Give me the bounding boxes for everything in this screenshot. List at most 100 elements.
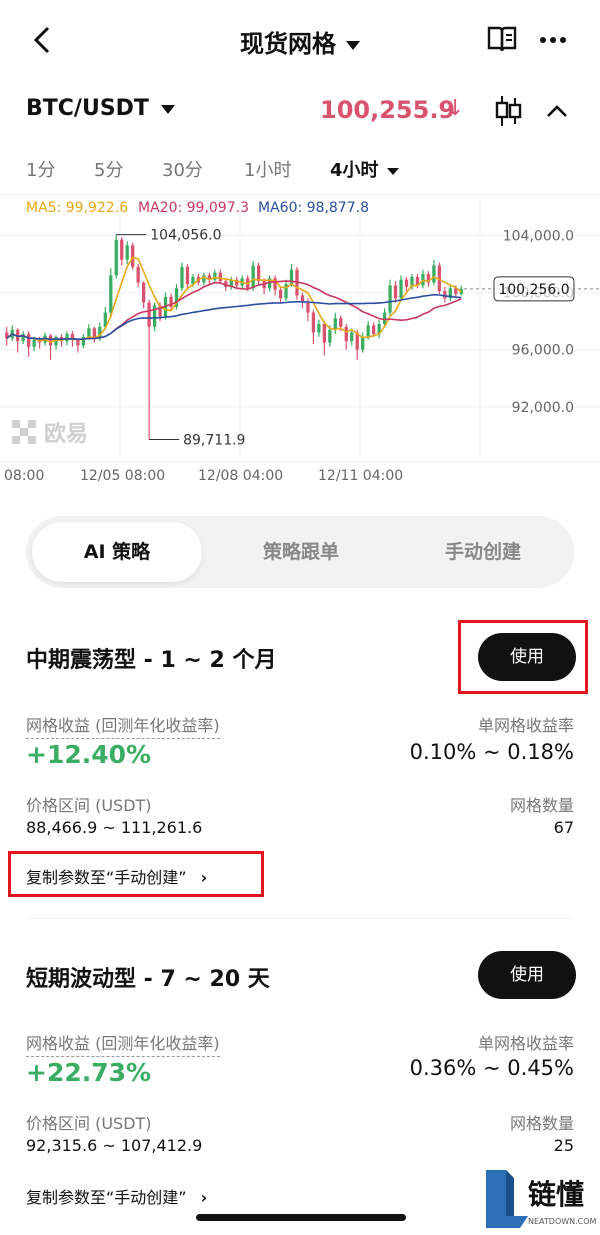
candle-body <box>125 245 129 260</box>
home-indicator <box>196 1214 406 1221</box>
grid-count-value: 25 <box>553 1136 574 1155</box>
grid-count-label: 网格数量 <box>509 796 574 815</box>
trading-pair-selector[interactable]: BTC/USDT <box>26 96 175 121</box>
price-range-label: 价格区间 (USDT) <box>26 1114 152 1133</box>
candle-body <box>185 266 190 284</box>
tab-manual-create[interactable]: 手动创建 <box>398 522 568 582</box>
x-tick-label: 12/08 04:00 <box>198 468 283 484</box>
candle-body <box>421 274 425 286</box>
candlestick-chart[interactable]: 欧易 104,056.089,711.9100,256.0 104,000.01… <box>0 194 600 494</box>
candle-body <box>257 265 261 282</box>
candle-body <box>366 325 370 337</box>
candle-body <box>142 282 146 303</box>
per-grid-yield-value: 0.36% ~ 0.45% <box>409 1056 574 1080</box>
candle-body <box>339 318 343 327</box>
use-strategy-button[interactable]: 使用 <box>478 633 576 681</box>
candle-body <box>432 265 436 283</box>
copy-params-link[interactable]: 复制参数至“手动创建” › <box>26 864 207 888</box>
price-down-arrow-icon: ↓ <box>446 96 465 121</box>
strategy-title: 中期震荡型 - 1 ~ 2 个月 <box>26 648 277 673</box>
tab-copy-strategy[interactable]: 策略跟单 <box>216 522 386 582</box>
candle-body <box>333 318 337 330</box>
low-price-label: 89,711.9 <box>183 433 245 449</box>
candle-body <box>136 266 140 283</box>
use-strategy-button[interactable]: 使用 <box>478 951 576 999</box>
candle-body <box>131 245 135 267</box>
candle-body <box>382 312 387 324</box>
candle-body <box>76 339 80 346</box>
candle-body <box>399 279 403 299</box>
grid-yield-label[interactable]: 网格收益 (回测年化收益率) <box>26 1030 220 1057</box>
candle-body <box>251 265 255 289</box>
candle-body <box>317 324 321 333</box>
candle-body <box>443 291 447 299</box>
copy-params-link[interactable]: 复制参数至“手动创建” › <box>26 1184 207 1208</box>
grid-yield-value: +22.73% <box>26 1058 152 1087</box>
x-tick-label: 08:00 <box>4 468 44 484</box>
divider <box>26 918 574 919</box>
candle-body <box>109 275 113 313</box>
y-tick-label: 104,000.0 <box>503 228 574 244</box>
candle-body <box>65 334 69 342</box>
candle-body <box>120 239 124 260</box>
per-grid-yield-label: 单网格收益率 <box>477 716 574 735</box>
per-grid-yield-value: 0.10% ~ 0.18% <box>409 740 574 764</box>
watermark-text: 欧易 <box>44 421 88 447</box>
chevron-up-icon[interactable] <box>546 100 568 122</box>
timeframe-4h[interactable]: 4小时 <box>330 156 399 186</box>
chevron-right-icon: › <box>200 1188 208 1207</box>
candle-body <box>372 325 376 334</box>
timeframe-30m[interactable]: 30分 <box>162 156 203 186</box>
timeframe-1h[interactable]: 1小时 <box>244 156 291 186</box>
okx-watermark: 欧易 <box>12 420 88 447</box>
ma60-line <box>6 293 462 341</box>
y-tick-label: 100,000.0 <box>503 286 574 302</box>
candle-body <box>344 326 348 342</box>
candle-body <box>114 239 118 276</box>
candlestick-icon[interactable] <box>494 94 522 128</box>
candle-body <box>328 329 332 343</box>
candle-body <box>180 266 184 289</box>
candle-body <box>311 312 316 333</box>
candle-body <box>48 335 53 346</box>
last-price: 100,255.9 <box>320 96 456 124</box>
strategy-source-tabs: AI 策略 策略跟单 手动创建 <box>26 516 574 588</box>
ma20-line <box>6 280 462 341</box>
grid-yield-label[interactable]: 网格收益 (回测年化收益率) <box>26 712 220 739</box>
timeframe-5m[interactable]: 5分 <box>94 156 123 186</box>
ma5-line <box>6 256 462 343</box>
grid-count-label: 网格数量 <box>509 1114 574 1133</box>
candle-body <box>306 302 310 313</box>
price-range-value: 92,315.6 ~ 107,412.9 <box>26 1136 203 1155</box>
chevron-down-icon <box>346 40 360 50</box>
y-tick-label: 96,000.0 <box>512 343 574 359</box>
y-tick-label: 92,000.0 <box>512 400 574 416</box>
candle-body <box>147 302 151 327</box>
per-grid-yield-label: 单网格收益率 <box>477 1034 574 1053</box>
price-range-label: 价格区间 (USDT) <box>26 796 152 815</box>
candle-body <box>87 328 91 337</box>
neatdown-watermark-logo: 链懂 NEATDOWN.COM <box>486 1170 596 1228</box>
chevron-down-icon <box>386 167 399 175</box>
book-icon[interactable] <box>486 24 518 54</box>
candle-body <box>404 279 409 287</box>
candle-body <box>322 324 326 343</box>
chevron-down-icon <box>160 104 175 114</box>
candle-body <box>27 334 31 347</box>
candle-body <box>393 285 398 299</box>
price-range-value: 88,466.9 ~ 111,261.6 <box>26 818 203 837</box>
chevron-right-icon: › <box>200 868 208 887</box>
candle-body <box>361 336 365 350</box>
candle-body <box>32 339 36 347</box>
timeframe-1m[interactable]: 1分 <box>26 156 55 186</box>
high-price-label: 104,056.0 <box>150 228 221 244</box>
watermark-text: 链懂 <box>528 1178 584 1211</box>
candle-body <box>218 272 222 282</box>
x-tick-label: 12/05 08:00 <box>80 468 165 484</box>
more-options-icon[interactable] <box>540 36 570 45</box>
top-bar: 现货网格 <box>0 0 600 80</box>
watermark-subtext: NEATDOWN.COM <box>528 1217 596 1226</box>
candle-body <box>278 289 283 299</box>
candle-body <box>350 332 354 342</box>
tab-ai-strategy[interactable]: AI 策略 <box>32 522 202 582</box>
